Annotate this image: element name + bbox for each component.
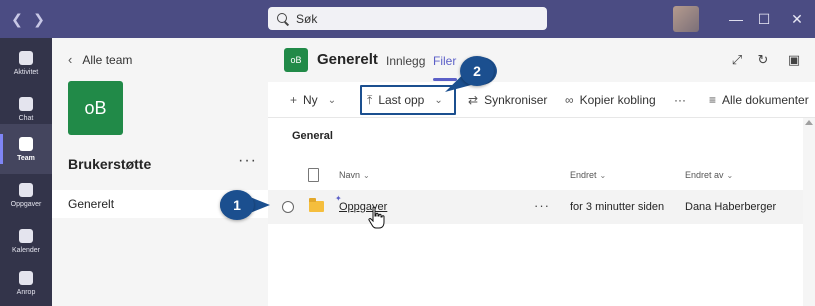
files-toolbar: + Ny ⌄ ⤒ Last opp ⌄ ⇄ Synkroniser ∞ Kopi… [268,82,815,118]
rail-label: Team [17,154,35,162]
rail-label: Chat [18,114,34,122]
rail-item-calls[interactable]: Anrop [0,258,52,306]
close-button[interactable]: ✕ [786,8,808,30]
column-name-label: Navn [339,170,361,180]
title-bar: ❮ ❯ Søk — ☐ ✕ [0,0,815,38]
assignments-icon [19,182,33,197]
back-link-label: Alle team [82,52,133,67]
column-modified-label: Endret [570,170,597,180]
document-icon [308,168,319,182]
calendar-icon [19,228,33,243]
upload-highlight-box [360,85,456,115]
expand-icon[interactable]: ⤢ [729,52,745,68]
folder-icon [309,198,324,212]
team-more-options-button[interactable]: ··· [238,152,257,170]
search-icon [276,12,290,26]
chevron-right-icon[interactable]: ❯ [30,10,48,28]
refresh-icon[interactable]: ↻ [755,52,771,68]
link-icon: ∞ [565,93,574,107]
plus-icon: + [290,93,298,107]
callout-2: 2 [460,56,494,86]
back-to-all-teams-link[interactable]: ‹ Alle team [68,52,132,67]
rail-label: Oppgaver [10,200,42,208]
channel-header: oB Generelt Innlegg Filer ⤢ ↻ ▣ [268,38,815,82]
folder-breadcrumb: General [292,130,333,142]
rail-label: Aktivitet [13,68,39,76]
rail-label: Anrop [16,288,36,296]
tab-posts[interactable]: Innlegg [386,54,425,68]
rail-label: Kalender [11,246,41,254]
scroll-up-icon[interactable] [805,120,813,125]
team-name: Brukerstøtte [68,156,152,172]
chevron-down-icon: ⌄ [726,171,734,180]
chevron-down-icon: ⌄ [327,94,337,106]
sync-label: Synkroniser [484,93,548,107]
video-meet-icon[interactable]: ▣ [786,52,802,68]
chevron-down-icon: ⌄ [363,171,370,180]
rail-item-activity[interactable]: Aktivitet [0,38,52,88]
toolbar-more-button[interactable]: ··· [674,82,686,118]
new-label: Ny [303,93,318,107]
file-list-header: Navn ⌄ Endret ⌄ Endret av ⌄ [268,164,803,188]
copy-link-button[interactable]: ∞ Kopier kobling [565,82,656,118]
chevron-left-icon[interactable]: ❮ [8,10,26,28]
maximize-button[interactable]: ☐ [753,8,775,30]
list-view-icon: ≡ [709,93,717,107]
view-label: Alle dokumenter [722,93,809,107]
scrollbar[interactable] [803,118,815,306]
teams-window: ❮ ❯ Søk — ☐ ✕ Aktivitet Chat Team Oppgav… [0,0,815,306]
search-input[interactable]: Søk [268,7,547,30]
chevron-left-icon: ‹ [68,52,73,67]
copy-link-label: Kopier kobling [579,93,656,107]
team-panel: ‹ Alle team oB Brukerstøtte ··· Generelt [52,38,268,306]
channel-avatar: oB [284,48,308,72]
column-name[interactable]: Navn ⌄ [339,170,370,180]
minimize-button[interactable]: — [725,8,747,30]
cell-modified-by: Dana Haberberger [685,201,777,213]
row-more-options-button[interactable]: ··· [534,198,550,213]
column-modified-by-label: Endret av [685,170,724,180]
row-select-radio[interactable] [282,201,294,213]
channel-title: Generelt [317,51,378,68]
chat-icon [19,96,33,111]
bell-icon [19,50,33,65]
cell-modified: for 3 minutter siden [570,201,665,213]
table-row[interactable]: ✦ Oppgaver ··· for 3 minutter siden Dana… [268,190,803,224]
column-modified-by[interactable]: Endret av ⌄ [685,170,733,180]
search-placeholder: Søk [296,11,318,26]
rail-item-teams[interactable]: Team [0,124,52,174]
sync-icon: ⇄ [468,93,479,107]
chevron-down-icon: ⌄ [599,171,607,180]
new-button[interactable]: + Ny ⌄ [290,82,336,118]
avatar[interactable] [673,6,699,32]
team-avatar: oB [68,81,123,135]
main-content: oB Generelt Innlegg Filer ⤢ ↻ ▣ + Ny ⌄ ⤒… [268,38,815,306]
app-rail: Aktivitet Chat Team Oppgaver Kalender An… [0,38,52,306]
teams-icon [19,136,33,151]
hand-cursor-icon [368,206,385,229]
rail-item-assignments[interactable]: Oppgaver [0,170,52,220]
channel-label: Generelt [68,197,115,211]
column-modified[interactable]: Endret ⌄ [570,170,606,180]
callout-1: 1 [220,190,254,220]
phone-icon [19,270,33,285]
view-selector[interactable]: ≡ Alle dokumenter [709,82,809,118]
